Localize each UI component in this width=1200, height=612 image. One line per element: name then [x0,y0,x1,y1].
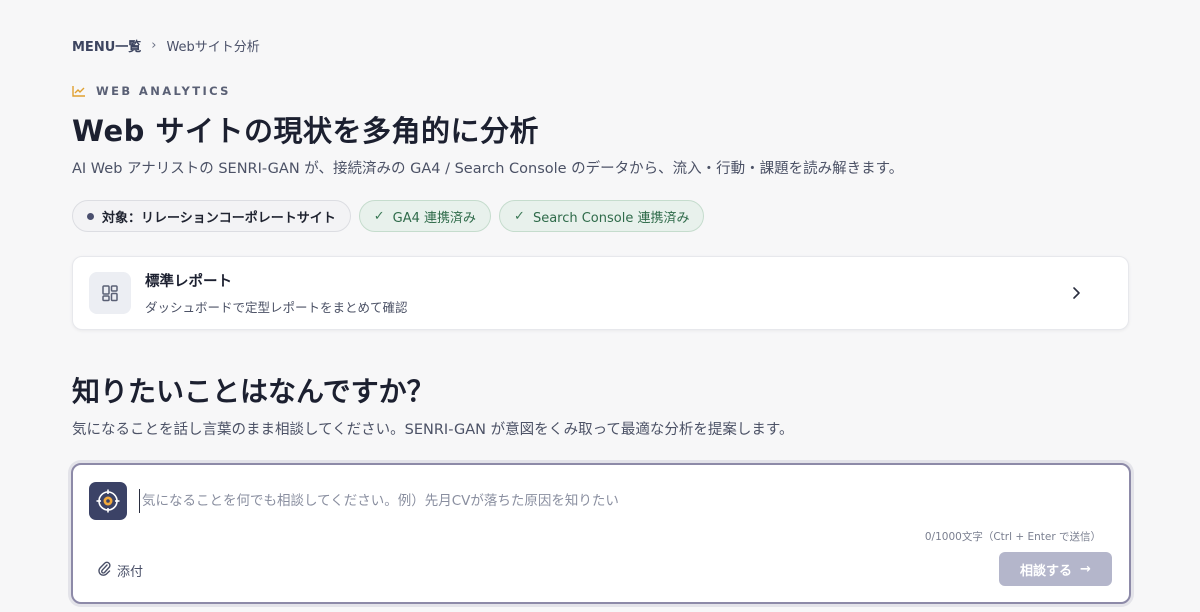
breadcrumb-current: Webサイト分析 [166,40,260,55]
target-site-label: 対象：リレーションコーポレートサイト [102,210,336,226]
breadcrumb-separator: › [151,38,157,53]
submit-label: 相談する [1020,563,1073,579]
chart-line-icon [72,85,86,97]
arrow-right-icon: → [1080,561,1091,577]
breadcrumb: MENU一覧 › Webサイト分析 [72,36,260,55]
ga4-status-badge: ✓ GA4 連携済み [358,200,492,232]
report-title: 標準レポート [145,274,232,290]
page-subtitle: AI Web アナリストの SENRI-GAN が、接続済みの GA4 / Se… [72,161,904,177]
check-icon: ✓ [373,208,385,224]
search-console-status-label: Search Console 連携済み [532,210,690,226]
breadcrumb-menu-link[interactable]: MENU一覧 [72,36,141,55]
report-text: 標準レポート ダッシュボードで定型レポートをまとめて確認 [145,270,1064,316]
status-chips: 対象：リレーションコーポレートサイト ✓ GA4 連携済み ✓ Search C… [72,200,705,232]
paperclip-icon [97,560,111,580]
search-console-status-badge: ✓ Search Console 連携済み [499,200,705,232]
page-title: Web サイトの現状を多角的に分析 [72,114,539,148]
dot-icon [87,212,94,220]
standard-report-card[interactable]: 標準レポート ダッシュボードで定型レポートをまとめて確認 [72,256,1129,330]
character-counter: 0/1000文字（Ctrl + Enter で送信） [924,531,1101,543]
eyebrow-label: WEB ANALYTICS [96,84,231,98]
check-icon: ✓ [514,208,525,224]
grid-icon [89,272,131,314]
consult-submit-button[interactable]: 相談する → [999,552,1112,586]
attach-label: 添付 [117,564,144,580]
target-site-chip[interactable]: 対象：リレーションコーポレートサイト [72,200,351,232]
consult-input[interactable] [139,489,1099,513]
target-icon [89,482,127,520]
section-eyebrow: WEB ANALYTICS [72,84,231,98]
chevron-right-icon [1064,281,1088,305]
report-description: ダッシュボードで定型レポートをまとめて確認 [145,300,408,315]
ask-description: 気になることを話し言葉のまま相談してください。SENRI-GAN が意図をくみ取… [72,422,794,438]
attach-button[interactable]: 添付 [97,560,143,580]
consult-composer: 0/1000文字（Ctrl + Enter で送信） 添付 相談する → [71,463,1131,604]
ga4-status-label: GA4 連携済み [392,210,477,226]
ask-heading: 知りたいことはなんですか？ [72,375,435,408]
